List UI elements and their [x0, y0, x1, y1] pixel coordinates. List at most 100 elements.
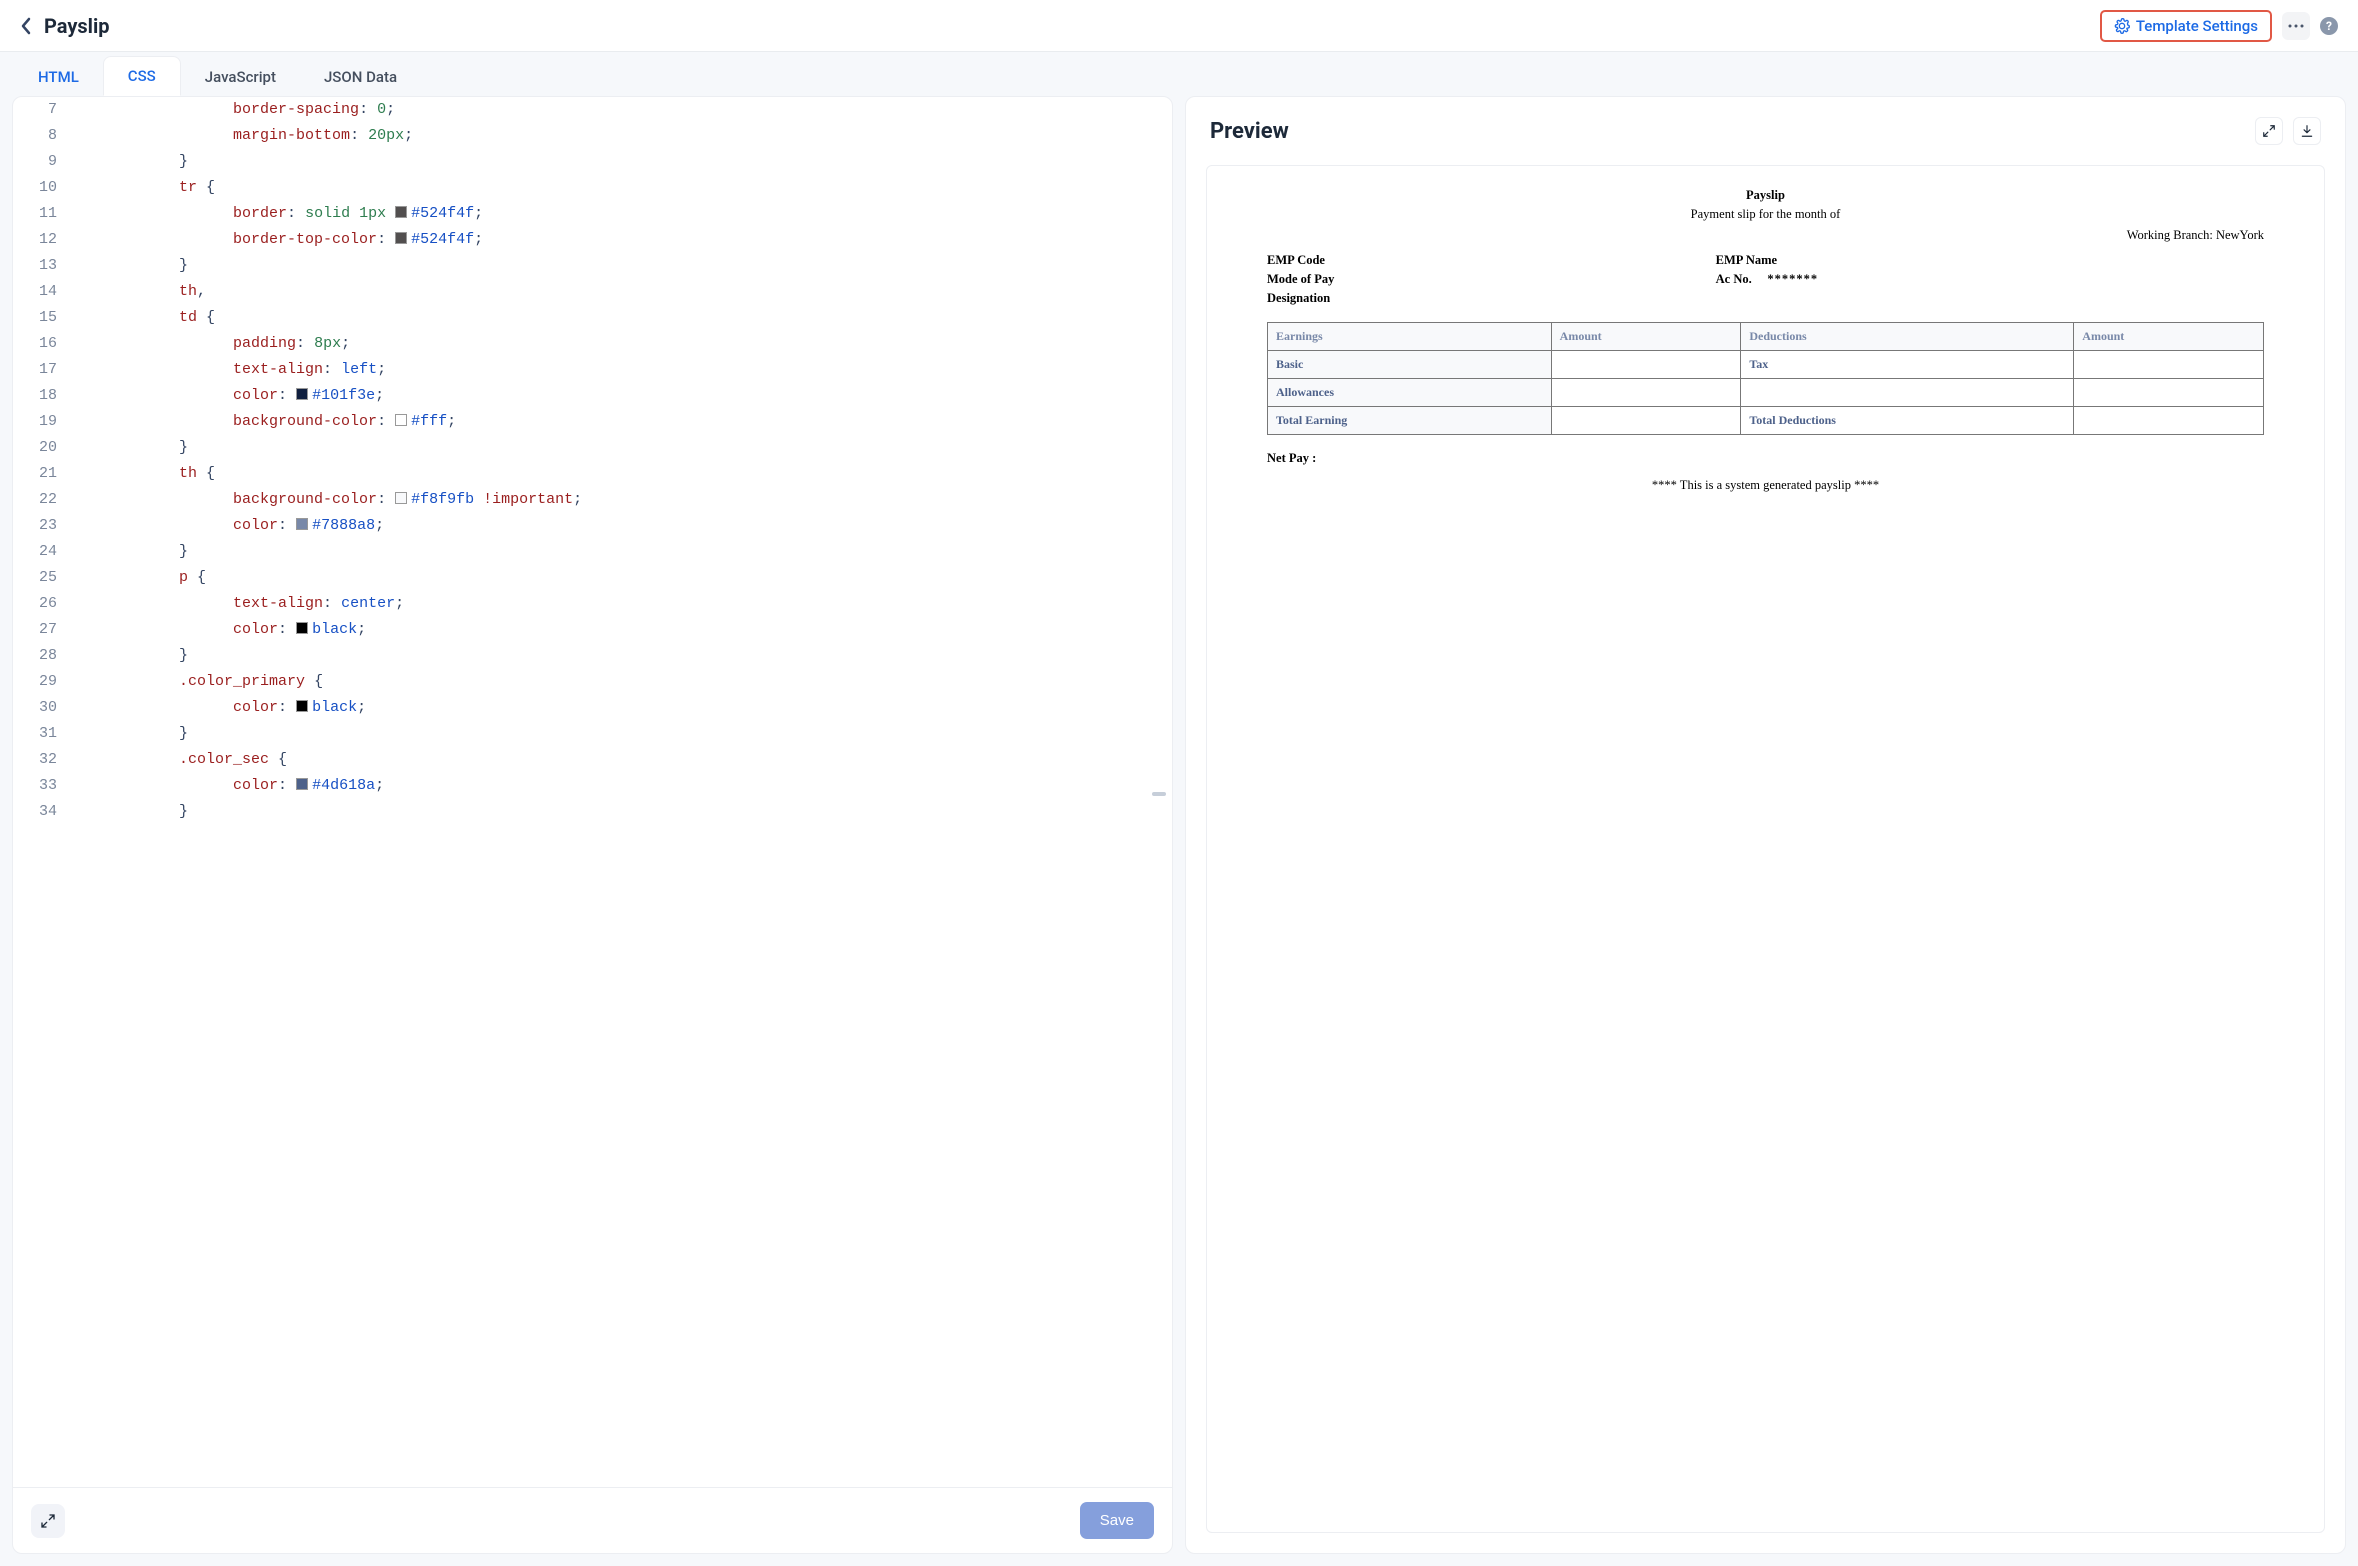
code-line: th, — [71, 279, 1172, 305]
more-menu-button[interactable] — [2282, 12, 2310, 40]
color-swatch — [296, 388, 308, 400]
code-line: color: black; — [71, 617, 1172, 643]
table-cell: Total Deductions — [1741, 407, 2074, 435]
page-title: Payslip — [44, 14, 110, 38]
minimap-handle[interactable] — [1152, 792, 1166, 796]
code-line: border-top-color: #524f4f; — [71, 227, 1172, 253]
table-header-cell: Earnings — [1268, 323, 1552, 351]
code-line: } — [71, 435, 1172, 461]
code-line: } — [71, 253, 1172, 279]
code-line: text-align: left; — [71, 357, 1172, 383]
template-settings-button[interactable]: Template Settings — [2104, 13, 2268, 39]
preview-panel: Preview Payslip Payment slip for the mon… — [1185, 96, 2346, 1554]
dots-horizontal-icon — [2288, 24, 2304, 28]
editor-panel: 7891011121314151617181920212223242526272… — [12, 96, 1173, 1554]
payslip-subtitle: Payment slip for the month of — [1267, 207, 2264, 222]
tab-css[interactable]: CSS — [103, 56, 181, 96]
table-cell: Tax — [1741, 351, 2074, 379]
emp-name-label: EMP Name — [1716, 253, 2264, 268]
net-pay-label: Net Pay : — [1267, 451, 2264, 466]
back-button[interactable] — [20, 17, 32, 35]
code-line: color: #101f3e; — [71, 383, 1172, 409]
table-header-row: EarningsAmountDeductionsAmount — [1268, 323, 2264, 351]
download-icon — [2300, 124, 2314, 138]
code-line: } — [71, 149, 1172, 175]
table-cell: Allowances — [1268, 379, 1552, 407]
code-line: border-spacing: 0; — [71, 97, 1172, 123]
code-line: color: #7888a8; — [71, 513, 1172, 539]
tab-json-data[interactable]: JSON Data — [300, 58, 421, 96]
code-line: .color_primary { — [71, 669, 1172, 695]
chevron-left-icon — [20, 17, 32, 35]
code-line: } — [71, 539, 1172, 565]
designation-label: Designation — [1267, 291, 1716, 306]
payslip-branch: Working Branch: NewYork — [1267, 228, 2264, 243]
tab-javascript[interactable]: JavaScript — [181, 58, 300, 96]
code-line: text-align: center; — [71, 591, 1172, 617]
template-settings-highlight: Template Settings — [2100, 10, 2272, 42]
ac-no-mask: ******* — [1767, 272, 1818, 286]
code-line: } — [71, 721, 1172, 747]
code-line: padding: 8px; — [71, 331, 1172, 357]
color-swatch — [296, 622, 308, 634]
table-cell — [1551, 379, 1741, 407]
color-swatch — [395, 206, 407, 218]
mode-of-pay-label: Mode of Pay — [1267, 272, 1716, 287]
color-swatch — [395, 492, 407, 504]
table-cell — [1551, 351, 1741, 379]
color-swatch — [296, 778, 308, 790]
save-button[interactable]: Save — [1080, 1502, 1154, 1539]
table-cell — [1741, 379, 2074, 407]
code-line: .color_sec { — [71, 747, 1172, 773]
code-line: } — [71, 643, 1172, 669]
download-preview-button[interactable] — [2293, 117, 2321, 145]
help-button[interactable]: ? — [2320, 17, 2338, 35]
code-line: margin-bottom: 20px; — [71, 123, 1172, 149]
table-header-cell: Amount — [1551, 323, 1741, 351]
page-header: Payslip Template Settings ? — [0, 0, 2358, 52]
table-cell — [2074, 351, 2264, 379]
code-line: } — [71, 799, 1172, 825]
color-swatch — [296, 700, 308, 712]
color-swatch — [395, 414, 407, 426]
code-line: background-color: #f8f9fb !important; — [71, 487, 1172, 513]
table-cell: Basic — [1268, 351, 1552, 379]
table-header-cell: Amount — [2074, 323, 2264, 351]
table-row: Allowances — [1268, 379, 2264, 407]
expand-editor-button[interactable] — [31, 1504, 65, 1538]
template-settings-label: Template Settings — [2136, 17, 2258, 35]
code-lines: border-spacing: 0; margin-bottom: 20px; … — [71, 97, 1172, 825]
color-swatch — [395, 232, 407, 244]
editor-tabs: HTMLCSSJavaScriptJSON Data — [0, 52, 2358, 96]
payslip-table: EarningsAmountDeductionsAmount BasicTaxA… — [1267, 322, 2264, 435]
expand-icon — [40, 1513, 56, 1529]
expand-icon — [2262, 124, 2276, 138]
color-swatch — [296, 518, 308, 530]
code-editor[interactable]: 7891011121314151617181920212223242526272… — [13, 97, 1172, 1487]
table-cell — [2074, 407, 2264, 435]
table-row: Basic Tax — [1268, 351, 2264, 379]
line-gutter: 7891011121314151617181920212223242526272… — [13, 97, 71, 825]
preview-heading: Preview — [1210, 119, 1289, 144]
code-line: background-color: #fff; — [71, 409, 1172, 435]
tab-html[interactable]: HTML — [14, 58, 103, 96]
table-cell: Total Earning — [1268, 407, 1552, 435]
payslip-title: Payslip — [1267, 188, 2264, 203]
ac-no-label: Ac No. — [1716, 272, 1752, 286]
code-line: td { — [71, 305, 1172, 331]
code-line: tr { — [71, 175, 1172, 201]
code-line: th { — [71, 461, 1172, 487]
table-cell — [1551, 407, 1741, 435]
payslip-footer-note: **** This is a system generated payslip … — [1267, 478, 2264, 493]
table-header-cell: Deductions — [1741, 323, 2074, 351]
gear-icon — [2114, 18, 2130, 34]
code-line: p { — [71, 565, 1172, 591]
table-row: Total Earning Total Deductions — [1268, 407, 2264, 435]
code-line: border: solid 1px #524f4f; — [71, 201, 1172, 227]
emp-code-label: EMP Code — [1267, 253, 1716, 268]
expand-preview-button[interactable] — [2255, 117, 2283, 145]
code-line: color: #4d618a; — [71, 773, 1172, 799]
preview-document: Payslip Payment slip for the month of Wo… — [1206, 165, 2325, 1533]
table-cell — [2074, 379, 2264, 407]
code-line: color: black; — [71, 695, 1172, 721]
